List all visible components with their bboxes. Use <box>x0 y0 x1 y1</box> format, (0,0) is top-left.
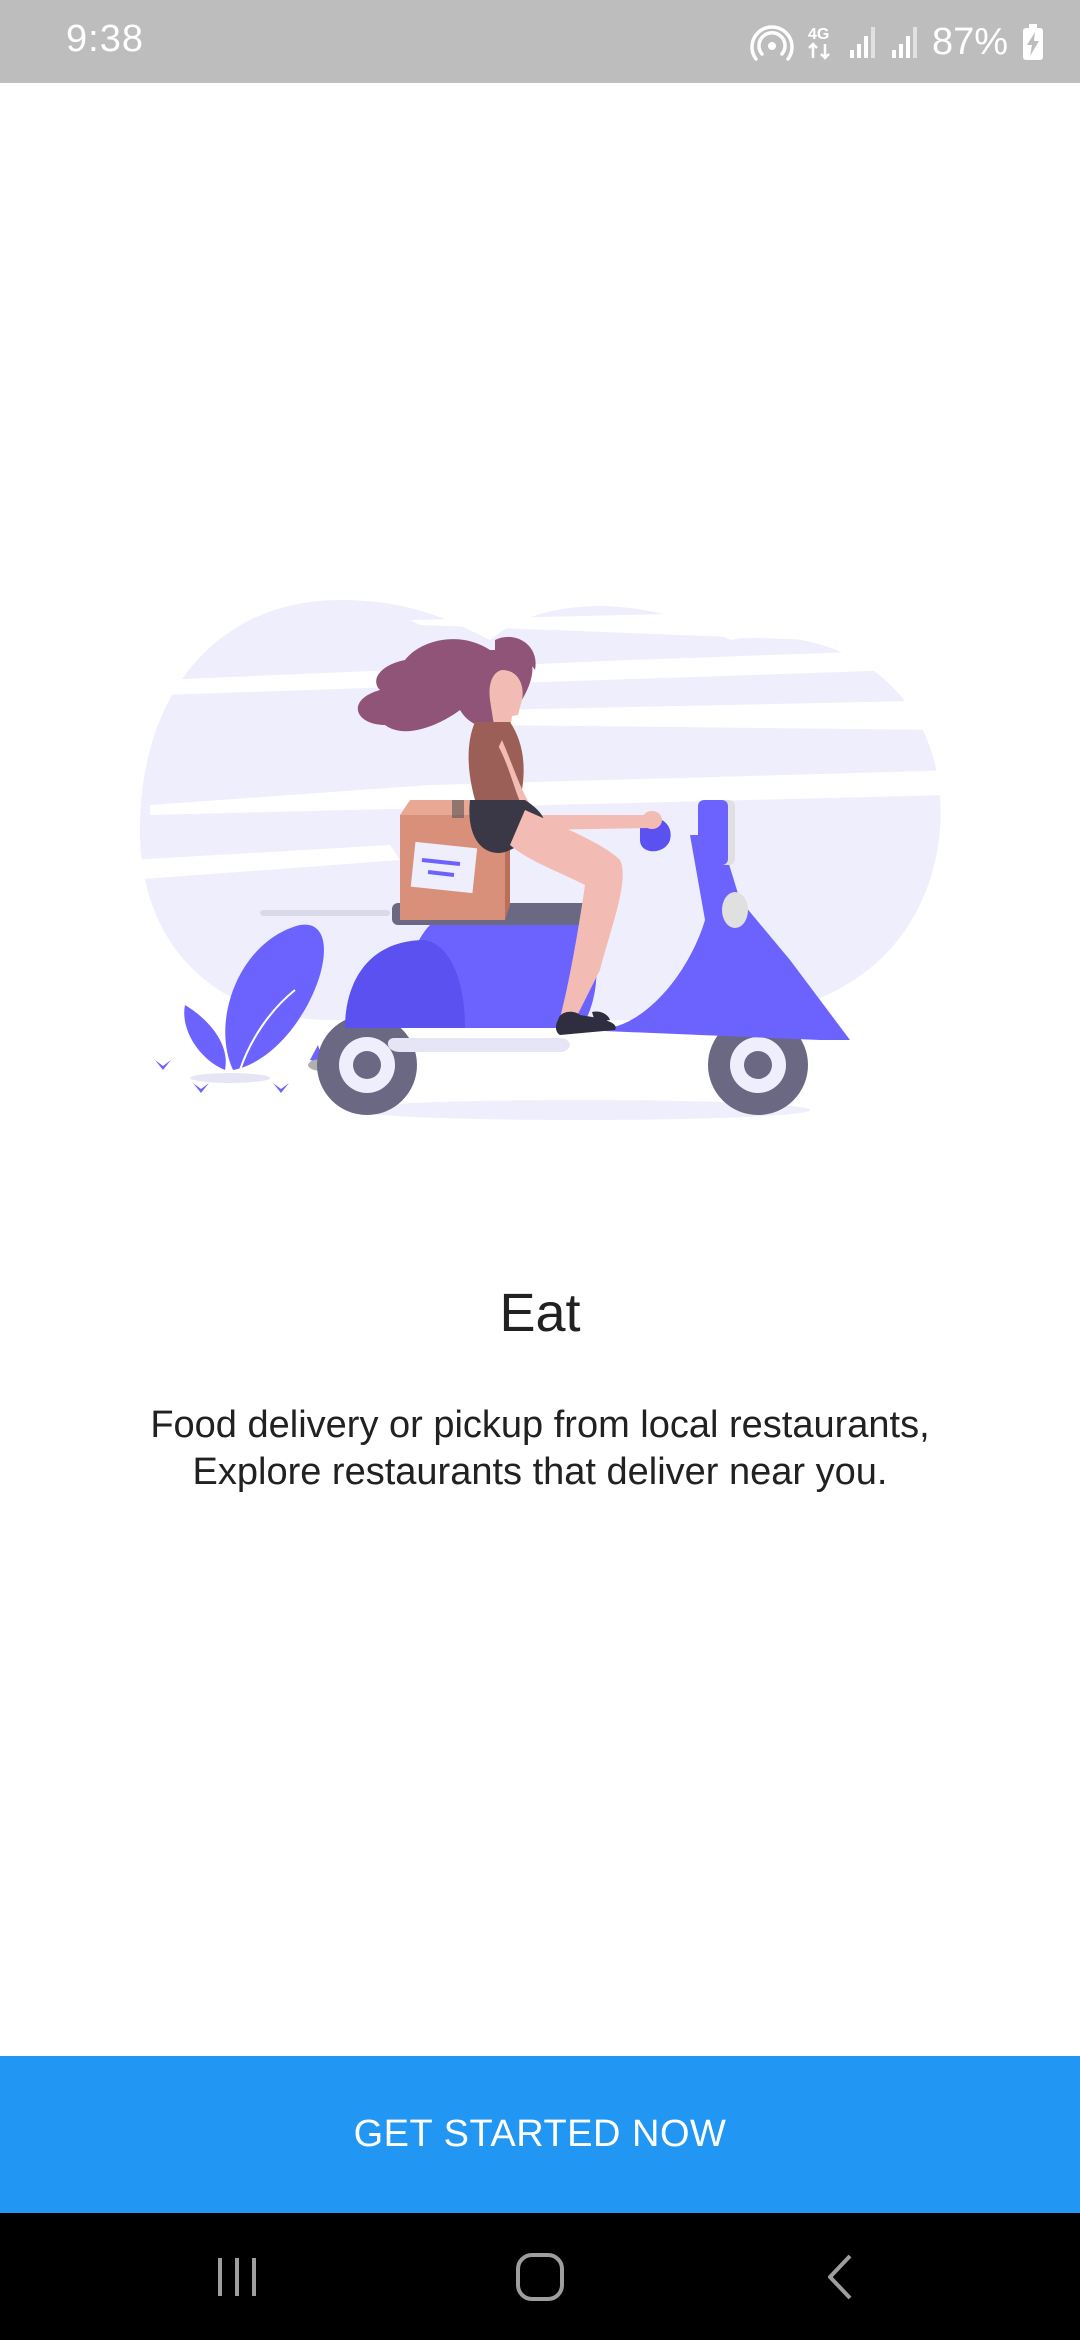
battery-percent: 87% <box>931 20 1008 63</box>
recent-apps-icon <box>218 2258 256 2296</box>
back-button[interactable] <box>782 2237 902 2317</box>
onboarding-description: Food delivery or pickup from local resta… <box>80 1402 1000 1496</box>
system-nav-bar <box>0 2213 1080 2340</box>
status-bar: 9:38 4G 87% <box>0 0 1080 83</box>
signal-icon <box>891 27 917 58</box>
rear-wheel <box>317 1015 417 1115</box>
status-time: 9:38 <box>66 18 144 60</box>
recent-apps-button[interactable] <box>177 2237 297 2317</box>
battery-charging-icon <box>1023 24 1043 60</box>
status-icons: 4G 87% <box>750 14 1044 70</box>
hotspot-icon <box>750 25 794 61</box>
description-line: Explore restaurants that deliver near yo… <box>192 1451 888 1493</box>
home-icon <box>516 2253 564 2301</box>
onboarding-title: Eat <box>499 1283 581 1343</box>
svg-text:4G: 4G <box>808 26 829 43</box>
back-icon <box>828 2254 852 2300</box>
get-started-button[interactable]: GET STARTED NOW <box>0 2056 1080 2213</box>
description-line: Food delivery or pickup from local resta… <box>150 1404 930 1446</box>
home-button[interactable] <box>480 2237 600 2317</box>
signal-icon <box>849 27 875 58</box>
delivery-scooter-illustration <box>130 600 960 1120</box>
network-4g-icon: 4G <box>808 26 830 60</box>
